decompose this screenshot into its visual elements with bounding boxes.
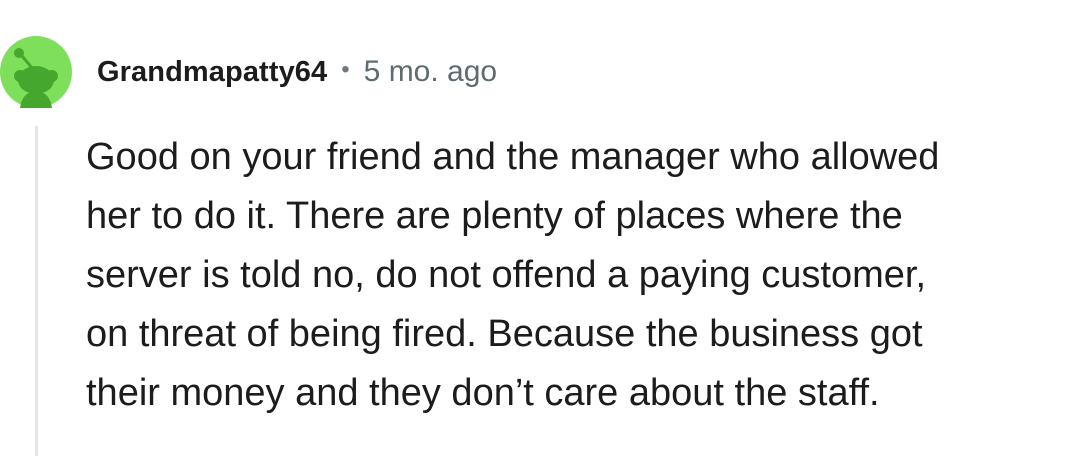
thread-line[interactable] xyxy=(35,126,38,456)
comment-timestamp[interactable]: 5 mo. ago xyxy=(364,55,497,89)
user-avatar[interactable] xyxy=(0,36,72,108)
comment-header: Grandmapatty64 • 5 mo. ago xyxy=(97,50,497,94)
snoo-avatar-icon xyxy=(0,36,72,108)
comment-body-line: her to do it. There are plenty of places… xyxy=(86,195,903,237)
comment: Grandmapatty64 • 5 mo. ago Good on your … xyxy=(0,0,1080,456)
username-link[interactable]: Grandmapatty64 xyxy=(97,56,327,89)
comment-body-line: on threat of being fired. Because the bu… xyxy=(86,313,923,355)
comment-body-line: Good on your friend and the manager who … xyxy=(86,136,940,178)
comment-body-line: their money and they don’t care about th… xyxy=(86,372,880,414)
meta-separator: • xyxy=(341,56,350,83)
comment-body: Good on your friend and the manager who … xyxy=(86,128,1066,423)
comment-body-line: server is told no, do not offend a payin… xyxy=(86,254,927,296)
